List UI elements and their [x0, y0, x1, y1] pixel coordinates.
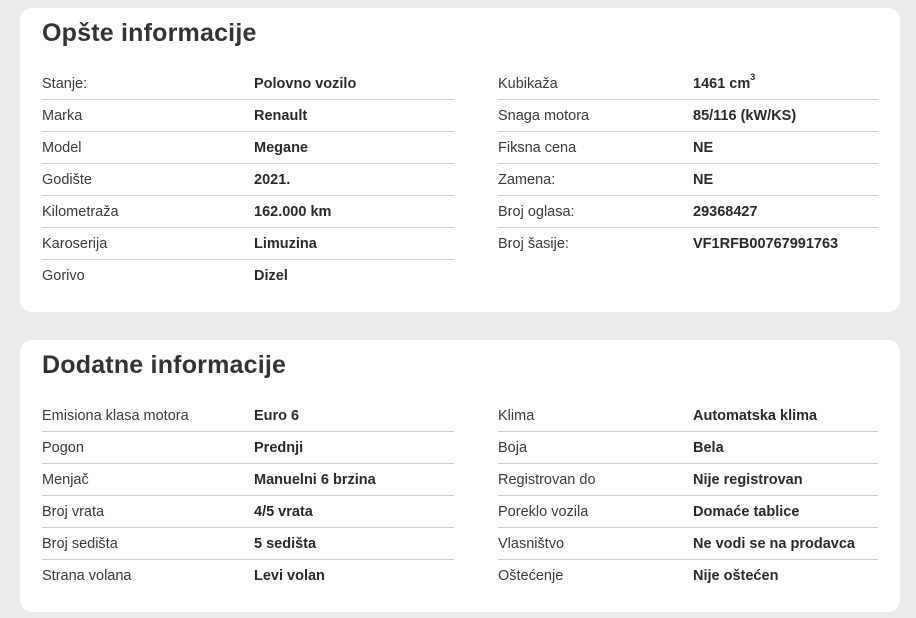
- info-label: Strana volana: [42, 568, 132, 584]
- info-row-model: Model Megane: [42, 132, 454, 164]
- info-row-marka: Marka Renault: [42, 100, 454, 132]
- info-value: NE: [693, 172, 714, 188]
- info-value: Nije registrovan: [693, 472, 803, 488]
- info-row-broj-vrata: Broj vrata 4/5 vrata: [42, 496, 454, 528]
- info-label: Stanje:: [42, 76, 88, 92]
- info-label: Menjač: [42, 472, 89, 488]
- info-row-broj-sedista: Broj sedišta 5 sedišta: [42, 528, 454, 560]
- info-label: Karoserija: [42, 236, 108, 252]
- info-label: Broj sedišta: [42, 536, 118, 552]
- info-label: Poreklo vozila: [498, 504, 589, 520]
- info-row-godiste: Godište 2021.: [42, 164, 454, 196]
- info-row-zamena: Zamena: NE: [498, 164, 878, 196]
- info-value: Nije oštećen: [693, 568, 779, 584]
- info-value: Limuzina: [254, 236, 317, 252]
- info-label: Broj oglasa:: [498, 204, 575, 220]
- info-row-snaga-motora: Snaga motora 85/116 (kW/KS): [498, 100, 878, 132]
- info-value: Levi volan: [254, 568, 325, 584]
- info-label: Snaga motora: [498, 108, 590, 124]
- info-row-pogon: Pogon Prednji: [42, 432, 454, 464]
- info-value-text: 1461 cm: [693, 76, 751, 92]
- info-value: Renault: [254, 108, 308, 124]
- info-label: Model: [42, 140, 82, 156]
- info-value: Prednji: [254, 440, 304, 456]
- info-value: Manuelni 6 brzina: [254, 472, 376, 488]
- info-row-poreklo-vozila: Poreklo vozila Domaće tablice: [498, 496, 878, 528]
- info-row-ostecenje: Oštećenje Nije oštećen: [498, 560, 878, 592]
- info-value: 29368427: [693, 204, 758, 220]
- info-row-strana-volana: Strana volana Levi volan: [42, 560, 454, 592]
- info-value: Euro 6: [254, 408, 300, 424]
- info-label: Fiksna cena: [498, 140, 577, 156]
- info-label: Zamena:: [498, 172, 556, 188]
- info-row-menjac: Menjač Manuelni 6 brzina: [42, 464, 454, 496]
- info-label: Vlasništvo: [498, 536, 565, 552]
- info-label: Marka: [42, 108, 83, 124]
- info-label: Klima: [498, 408, 535, 424]
- info-row-kubikaza: Kubikaža 1461 cm3: [498, 68, 878, 100]
- info-value: NE: [693, 140, 714, 156]
- general-info-card: Opšte informacije Stanje: Polovno vozilo …: [20, 8, 900, 312]
- additional-info-card: Dodatne informacije Emisiona klasa motor…: [20, 340, 900, 612]
- info-value: Automatska klima: [693, 408, 818, 424]
- info-value: VF1RFB00767991763: [693, 236, 839, 252]
- info-row-karoserija: Karoserija Limuzina: [42, 228, 454, 260]
- info-value: Domaće tablice: [693, 504, 800, 520]
- general-info-right-column: Kubikaža 1461 cm3 Snaga motora 85/116 (kW/…: [498, 68, 878, 260]
- additional-info-title: Dodatne informacije: [42, 351, 287, 379]
- info-value: 162.000 km: [254, 204, 332, 220]
- info-row-stanje: Stanje: Polovno vozilo: [42, 68, 454, 100]
- info-label: Oštećenje: [498, 568, 564, 584]
- general-info-left-column: Stanje: Polovno vozilo Marka Renault Model…: [42, 68, 454, 292]
- additional-info-right-column: Klima Automatska klima Boja Bela Registrov…: [498, 400, 878, 592]
- info-value: Polovno vozilo: [254, 76, 357, 92]
- info-label: Kubikaža: [498, 76, 558, 92]
- info-row-registrovan-do: Registrovan do Nije registrovan: [498, 464, 878, 496]
- info-row-emisiona-klasa: Emisiona klasa motora Euro 6: [42, 400, 454, 432]
- info-label: Kilometraža: [42, 204, 119, 220]
- info-label: Godište: [42, 172, 92, 188]
- info-label: Pogon: [42, 440, 84, 456]
- info-label: Broj šasije:: [498, 236, 569, 252]
- info-value: Megane: [254, 140, 308, 156]
- info-value: 5 sedišta: [254, 536, 317, 552]
- general-info-title: Opšte informacije: [42, 19, 257, 47]
- info-row-broj-sasije: Broj šasije: VF1RFB00767991763: [498, 228, 878, 260]
- info-label: Boja: [498, 440, 528, 456]
- info-value: Dizel: [254, 268, 288, 284]
- info-value: 2021.: [254, 172, 291, 188]
- info-label: Gorivo: [42, 268, 85, 284]
- info-row-fiksna-cena: Fiksna cena NE: [498, 132, 878, 164]
- additional-info-left-column: Emisiona klasa motora Euro 6 Pogon Prednji…: [42, 400, 454, 592]
- info-value: Ne vodi se na prodavca: [693, 536, 855, 552]
- info-value: Bela: [693, 440, 724, 456]
- info-value: 85/116 (kW/KS): [693, 108, 797, 124]
- unit-superscript: 3: [750, 72, 756, 83]
- info-label: Registrovan do: [498, 472, 596, 488]
- info-row-boja: Boja Bela: [498, 432, 878, 464]
- info-row-broj-oglasa: Broj oglasa: 29368427: [498, 196, 878, 228]
- info-row-gorivo: Gorivo Dizel: [42, 260, 454, 292]
- info-label: Emisiona klasa motora: [42, 408, 189, 424]
- info-value: 1461 cm3: [693, 73, 755, 92]
- info-row-klima: Klima Automatska klima: [498, 400, 878, 432]
- info-value: 4/5 vrata: [254, 504, 313, 520]
- info-label: Broj vrata: [42, 504, 105, 520]
- info-row-kilometraza: Kilometraža 162.000 km: [42, 196, 454, 228]
- info-row-vlasnistvo: Vlasništvo Ne vodi se na prodavca: [498, 528, 878, 560]
